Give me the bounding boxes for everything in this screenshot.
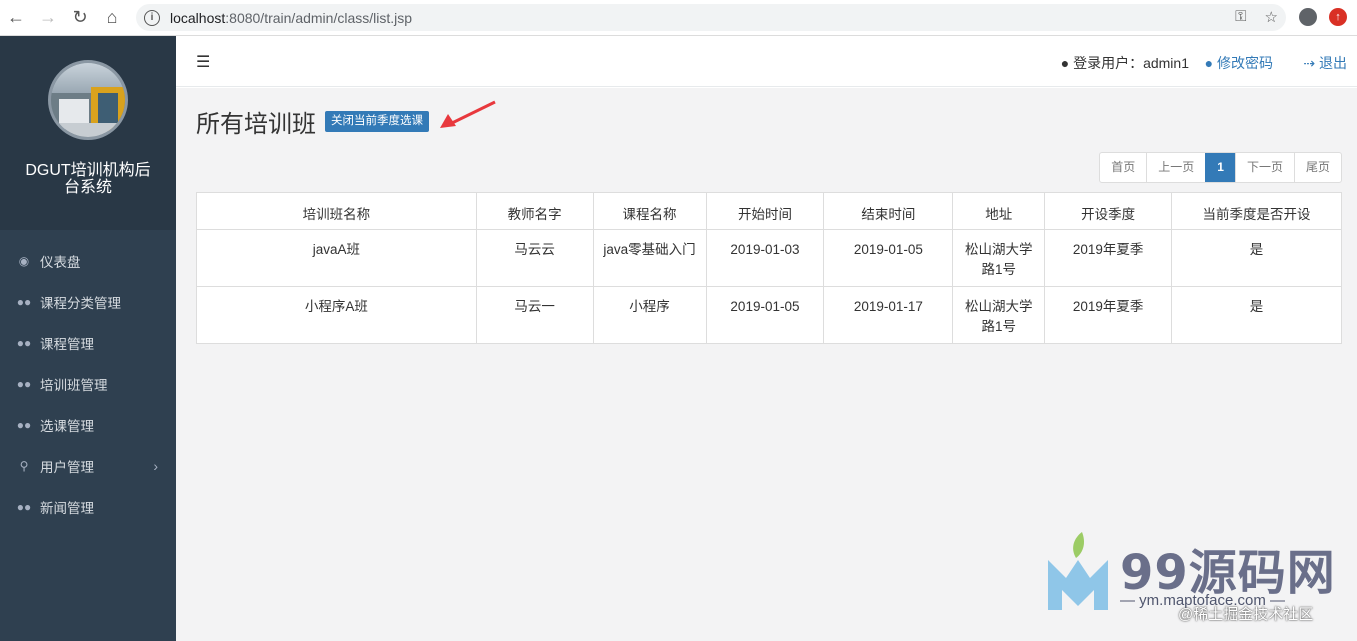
table-cell: javaA班	[196, 229, 477, 287]
user-icon: ●	[1060, 55, 1070, 71]
top-navbar: ☰ ● 登录用户：admin1 ● 修改密码 ⇢ 退出	[176, 36, 1357, 87]
annotation-arrow-icon	[440, 100, 496, 128]
table-cell: 松山湖大学路1号	[952, 286, 1046, 344]
pager-next[interactable]: 下一页	[1234, 153, 1294, 182]
home-icon[interactable]: ⌂	[96, 2, 128, 34]
sign-out-icon: ⇢	[1303, 55, 1316, 71]
table-cell: 2019年夏季	[1044, 229, 1173, 287]
user-icon: ●	[1204, 55, 1214, 71]
users-icon: ●●	[16, 294, 32, 309]
chevron-right-icon: ›	[153, 457, 158, 474]
table-cell: 2019-01-17	[823, 286, 954, 344]
sidebar-item-enrollment[interactable]: ●● 选课管理	[0, 404, 176, 445]
pager-last[interactable]: 尾页	[1293, 153, 1341, 182]
watermark-logo-icon	[1048, 532, 1108, 610]
pin-icon: ⚲	[19, 458, 29, 473]
dashboard-icon: ◉	[18, 253, 30, 268]
sidebar-item-users[interactable]: ⚲ 用户管理 ›	[0, 445, 176, 486]
column-header: 地址	[952, 192, 1046, 230]
page-title: 所有培训班	[196, 111, 316, 138]
browser-toolbar: ← → ↻ ⌂ i localhost:8080/train/admin/cla…	[0, 0, 1357, 36]
column-header: 结束时间	[823, 192, 954, 230]
back-icon[interactable]: ←	[0, 2, 32, 34]
menu-toggle-icon[interactable]: ☰	[196, 52, 210, 72]
sidebar-item-course[interactable]: ●● 课程管理	[0, 322, 176, 363]
site-title: DGUT培训机构后台系统	[25, 162, 151, 196]
table-cell: 马云一	[475, 286, 594, 344]
users-icon: ●●	[16, 499, 32, 514]
table-cell: 马云云	[475, 229, 594, 287]
column-header: 培训班名称	[196, 192, 477, 230]
column-header: 当前季度是否开设	[1171, 192, 1342, 230]
close-season-enrollment-button[interactable]: 关闭当前季度选课	[325, 111, 429, 132]
pager-first[interactable]: 首页	[1100, 153, 1146, 182]
table-row: 小程序A班 马云一 小程序 2019-01-05 2019-01-17 松山湖大…	[196, 286, 1342, 344]
update-icon[interactable]: ↑	[1329, 8, 1347, 26]
star-icon[interactable]: ☆	[1265, 8, 1278, 26]
logout-link[interactable]: ⇢ 退出	[1303, 53, 1347, 73]
sidebar-item-course-category[interactable]: ●● 课程分类管理	[0, 281, 176, 322]
sidebar-menu: ◉ 仪表盘 ●● 课程分类管理 ●● 课程管理 ●● 培训班管理 ●● 选课管理 ⚲ 用户管…	[0, 230, 176, 527]
column-header: 课程名称	[592, 192, 707, 230]
pager-current[interactable]: 1	[1205, 153, 1235, 182]
column-header: 开设季度	[1044, 192, 1173, 230]
column-header: 教师名字	[475, 192, 594, 230]
table-cell: java零基础入门	[592, 229, 707, 287]
account-icon[interactable]	[1299, 8, 1317, 26]
column-header: 开始时间	[705, 192, 825, 230]
table-cell: 2019-01-05	[705, 286, 825, 344]
table-cell: 2019-01-03	[705, 229, 825, 287]
table-cell: 小程序A班	[196, 286, 477, 344]
reload-icon[interactable]: ↻	[64, 2, 96, 34]
sidebar-item-news[interactable]: ●● 新闻管理	[0, 486, 176, 527]
current-user: ● 登录用户：admin1	[1060, 55, 1189, 71]
table-cell: 2019-01-05	[823, 229, 954, 287]
table-cell: 是	[1171, 229, 1342, 287]
pager-prev[interactable]: 上一页	[1146, 153, 1205, 182]
sidebar-profile: DGUT培训机构后台系统	[0, 36, 176, 230]
address-bar[interactable]: i localhost:8080/train/admin/class/list.…	[136, 4, 1286, 31]
sidebar: DGUT培训机构后台系统 ◉ 仪表盘 ●● 课程分类管理 ●● 课程管理 ●● 培训班管…	[0, 36, 176, 641]
table-cell: 2019年夏季	[1044, 286, 1173, 344]
avatar	[48, 60, 128, 140]
change-password-link[interactable]: ● 修改密码	[1205, 53, 1273, 73]
table-cell: 是	[1171, 286, 1342, 344]
info-icon[interactable]: i	[144, 9, 160, 26]
url-text[interactable]: localhost:8080/train/admin/class/list.js…	[170, 10, 412, 26]
users-icon: ●●	[16, 376, 32, 391]
pagination: 首页 上一页 1 下一页 尾页	[1099, 152, 1342, 183]
table-cell: 小程序	[592, 286, 707, 344]
table-row: javaA班 马云云 java零基础入门 2019-01-03 2019-01-…	[196, 229, 1342, 287]
sidebar-item-dashboard[interactable]: ◉ 仪表盘	[0, 240, 176, 281]
forward-icon[interactable]: →	[32, 2, 64, 34]
table-cell: 松山湖大学路1号	[952, 229, 1046, 287]
users-icon: ●●	[16, 417, 32, 432]
key-icon[interactable]: ⚿	[1235, 8, 1246, 26]
watermark-credit: @稀土掘金技术社区	[1178, 606, 1314, 623]
users-icon: ●●	[16, 335, 32, 350]
class-table: 培训班名称 教师名字 课程名称 开始时间 结束时间 地址 开设季度 当前季度是否…	[196, 192, 1342, 344]
sidebar-item-class[interactable]: ●● 培训班管理	[0, 363, 176, 404]
table-header-row: 培训班名称 教师名字 课程名称 开始时间 结束时间 地址 开设季度 当前季度是否…	[196, 192, 1342, 230]
